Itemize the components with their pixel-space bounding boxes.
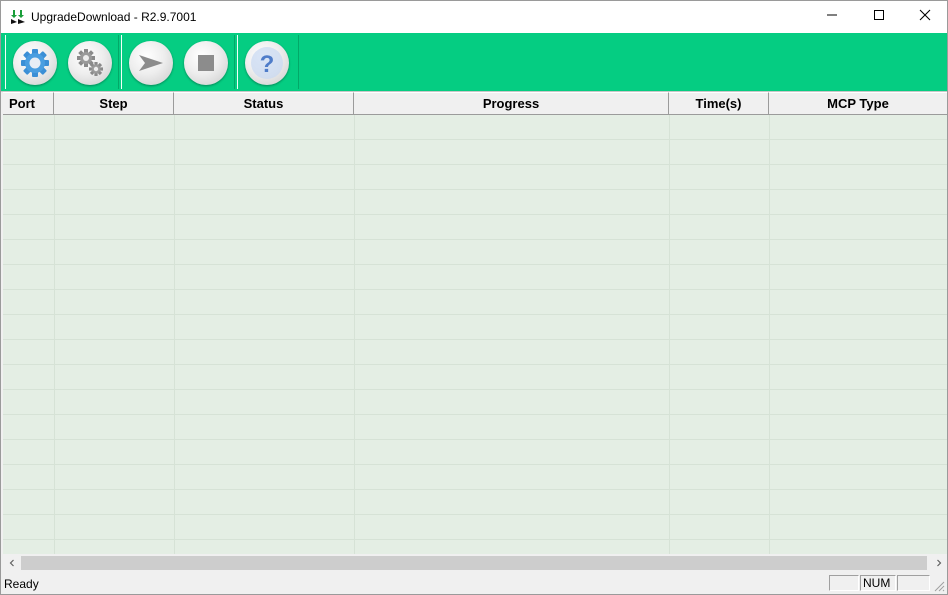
close-icon [919, 8, 931, 26]
grid-row-line [3, 540, 947, 554]
grid-row-line [3, 140, 947, 165]
resize-grip-icon[interactable] [932, 579, 945, 592]
window-title: UpgradeDownload - R2.9.7001 [31, 10, 197, 24]
grid-row-line [3, 165, 947, 190]
column-header-time[interactable]: Time(s) [669, 92, 769, 114]
svg-text:?: ? [260, 51, 275, 78]
toolbar-group-run [121, 35, 235, 89]
grid-row-line [3, 490, 947, 515]
minimize-icon [826, 8, 838, 26]
grid-row-line [3, 440, 947, 465]
status-text: Ready [4, 577, 39, 591]
horizontal-scrollbar[interactable] [3, 554, 947, 572]
status-panel-scroll [897, 575, 930, 591]
grid-row-line [3, 390, 947, 415]
grid-row-line [3, 240, 947, 265]
grid-row-line [3, 115, 947, 140]
status-panel-num: NUM [860, 575, 896, 591]
maximize-button[interactable] [856, 1, 902, 33]
toolbar-group-settings [5, 35, 119, 89]
minimize-button[interactable] [809, 1, 855, 33]
grid-row-line [3, 415, 947, 440]
device-list[interactable]: Port Step Status Progress Time(s) MCP Ty… [3, 92, 947, 554]
column-header-status[interactable]: Status [174, 92, 354, 114]
stop-button[interactable] [184, 41, 228, 85]
start-button[interactable] [129, 41, 173, 85]
app-window: UpgradeDownload - R2.9.7001 ? Port Step … [0, 0, 948, 595]
grid-row-line [3, 365, 947, 390]
toolbar: ? [1, 33, 947, 92]
column-header-port[interactable]: Port [3, 92, 54, 114]
column-header-step[interactable]: Step [54, 92, 174, 114]
status-panel-caps [829, 575, 859, 591]
grid-row-line [3, 340, 947, 365]
grid-row-line [3, 265, 947, 290]
settings-button[interactable] [13, 41, 57, 85]
close-button[interactable] [902, 1, 947, 33]
scroll-left-button[interactable] [3, 554, 20, 572]
column-header-progress[interactable]: Progress [354, 92, 669, 114]
grid-column-line [54, 115, 55, 554]
scroll-right-button[interactable] [930, 554, 947, 572]
status-bar: Ready NUM [1, 573, 947, 594]
title-bar[interactable]: UpgradeDownload - R2.9.7001 [1, 1, 947, 33]
grid-row-line [3, 215, 947, 240]
grid-column-line [769, 115, 770, 554]
help-button[interactable]: ? [245, 41, 289, 85]
column-header-mcp-type[interactable]: MCP Type [769, 92, 947, 114]
toolbar-group-help: ? [237, 35, 299, 89]
download-arrows-icon [10, 9, 26, 25]
grid-row-line [3, 515, 947, 540]
grid-row-line [3, 290, 947, 315]
scroll-thumb[interactable] [21, 556, 927, 570]
list-header: Port Step Status Progress Time(s) MCP Ty… [3, 92, 947, 115]
maximize-icon [873, 8, 885, 26]
advanced-settings-button[interactable] [68, 41, 112, 85]
grid-row-line [3, 190, 947, 215]
grid-column-line [174, 115, 175, 554]
grid-column-line [669, 115, 670, 554]
grid-row-line [3, 465, 947, 490]
chevron-right-icon [935, 554, 943, 572]
grid-row-line [3, 315, 947, 340]
chevron-left-icon [8, 554, 16, 572]
grid-column-line [354, 115, 355, 554]
